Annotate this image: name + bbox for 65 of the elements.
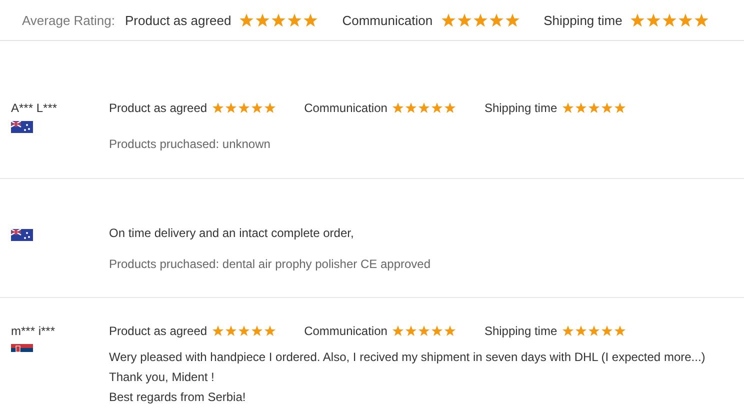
star-icon xyxy=(255,12,270,28)
rating-label: Communication xyxy=(342,12,433,28)
rating-label: Product as agreed xyxy=(109,324,208,338)
rating-label: Product as agreed xyxy=(125,12,232,28)
star-icon xyxy=(588,325,600,337)
star-icon xyxy=(418,325,430,337)
star-icon xyxy=(444,102,456,114)
star-icon xyxy=(212,325,224,337)
star-icon xyxy=(303,12,318,28)
star-icon xyxy=(225,102,238,114)
flag-icon xyxy=(11,229,33,241)
star-icon xyxy=(630,12,646,28)
star-icon xyxy=(575,325,588,337)
star-icon xyxy=(472,12,488,28)
star-icon xyxy=(238,102,250,114)
star-icon xyxy=(238,325,250,337)
star-icon xyxy=(392,325,404,337)
star-icon xyxy=(287,12,302,28)
star-icon xyxy=(678,12,694,28)
star-icon xyxy=(271,12,286,28)
comment-text: On time delivery and an intact complete order, xyxy=(109,225,355,242)
reviewer-name: A*** L*** xyxy=(11,100,58,116)
star-icon xyxy=(662,12,678,28)
star-icon xyxy=(588,102,600,114)
star-icon xyxy=(392,102,404,114)
comment-text: Best regards from Serbia! xyxy=(109,389,247,406)
star-icon xyxy=(431,325,444,337)
star-icon xyxy=(431,102,444,114)
comment-text: Thank you, Mident ! xyxy=(109,369,216,386)
comment-text: Wery pleased with handpiece I ordered. Also, I recived my shipment in seven days with DHL (I expected more...) xyxy=(109,349,706,366)
star-icon xyxy=(562,102,574,114)
rating-label: Communication xyxy=(304,101,388,115)
star-icon xyxy=(251,102,264,114)
star-icon xyxy=(488,12,504,28)
rating-label: Product as agreed xyxy=(109,101,208,115)
star-icon xyxy=(264,102,276,114)
rating-label: Shipping time xyxy=(484,324,558,338)
rating-label: Shipping time xyxy=(484,101,558,115)
rating-label: Shipping time xyxy=(544,12,622,28)
star-icon xyxy=(646,12,662,28)
star-icon xyxy=(251,325,264,337)
star-icon xyxy=(694,12,710,28)
products-purchased: Products pruchased: unknown xyxy=(109,136,272,152)
reviewer-name: m*** i*** xyxy=(11,323,56,339)
star-icon xyxy=(614,325,626,337)
star-icon xyxy=(239,12,254,28)
star-icon xyxy=(562,325,574,337)
star-icon xyxy=(601,325,614,337)
star-icon xyxy=(614,102,626,114)
star-icon xyxy=(575,102,588,114)
average-rating-label: Average Rating: xyxy=(22,12,115,28)
star-icon xyxy=(601,102,614,114)
star-icon xyxy=(440,12,456,28)
star-icon xyxy=(405,102,418,114)
star-icon xyxy=(264,325,276,337)
products-purchased: Products pruchased: dental air prophy polisher CE approved xyxy=(109,256,432,272)
star-icon xyxy=(212,102,224,114)
star-icon xyxy=(504,12,520,28)
star-icon xyxy=(225,325,238,337)
star-icon xyxy=(456,12,472,28)
star-icon xyxy=(405,325,418,337)
star-icon xyxy=(444,325,456,337)
rating-label: Communication xyxy=(304,324,388,338)
star-icon xyxy=(418,102,430,114)
flag-icon xyxy=(11,121,33,133)
